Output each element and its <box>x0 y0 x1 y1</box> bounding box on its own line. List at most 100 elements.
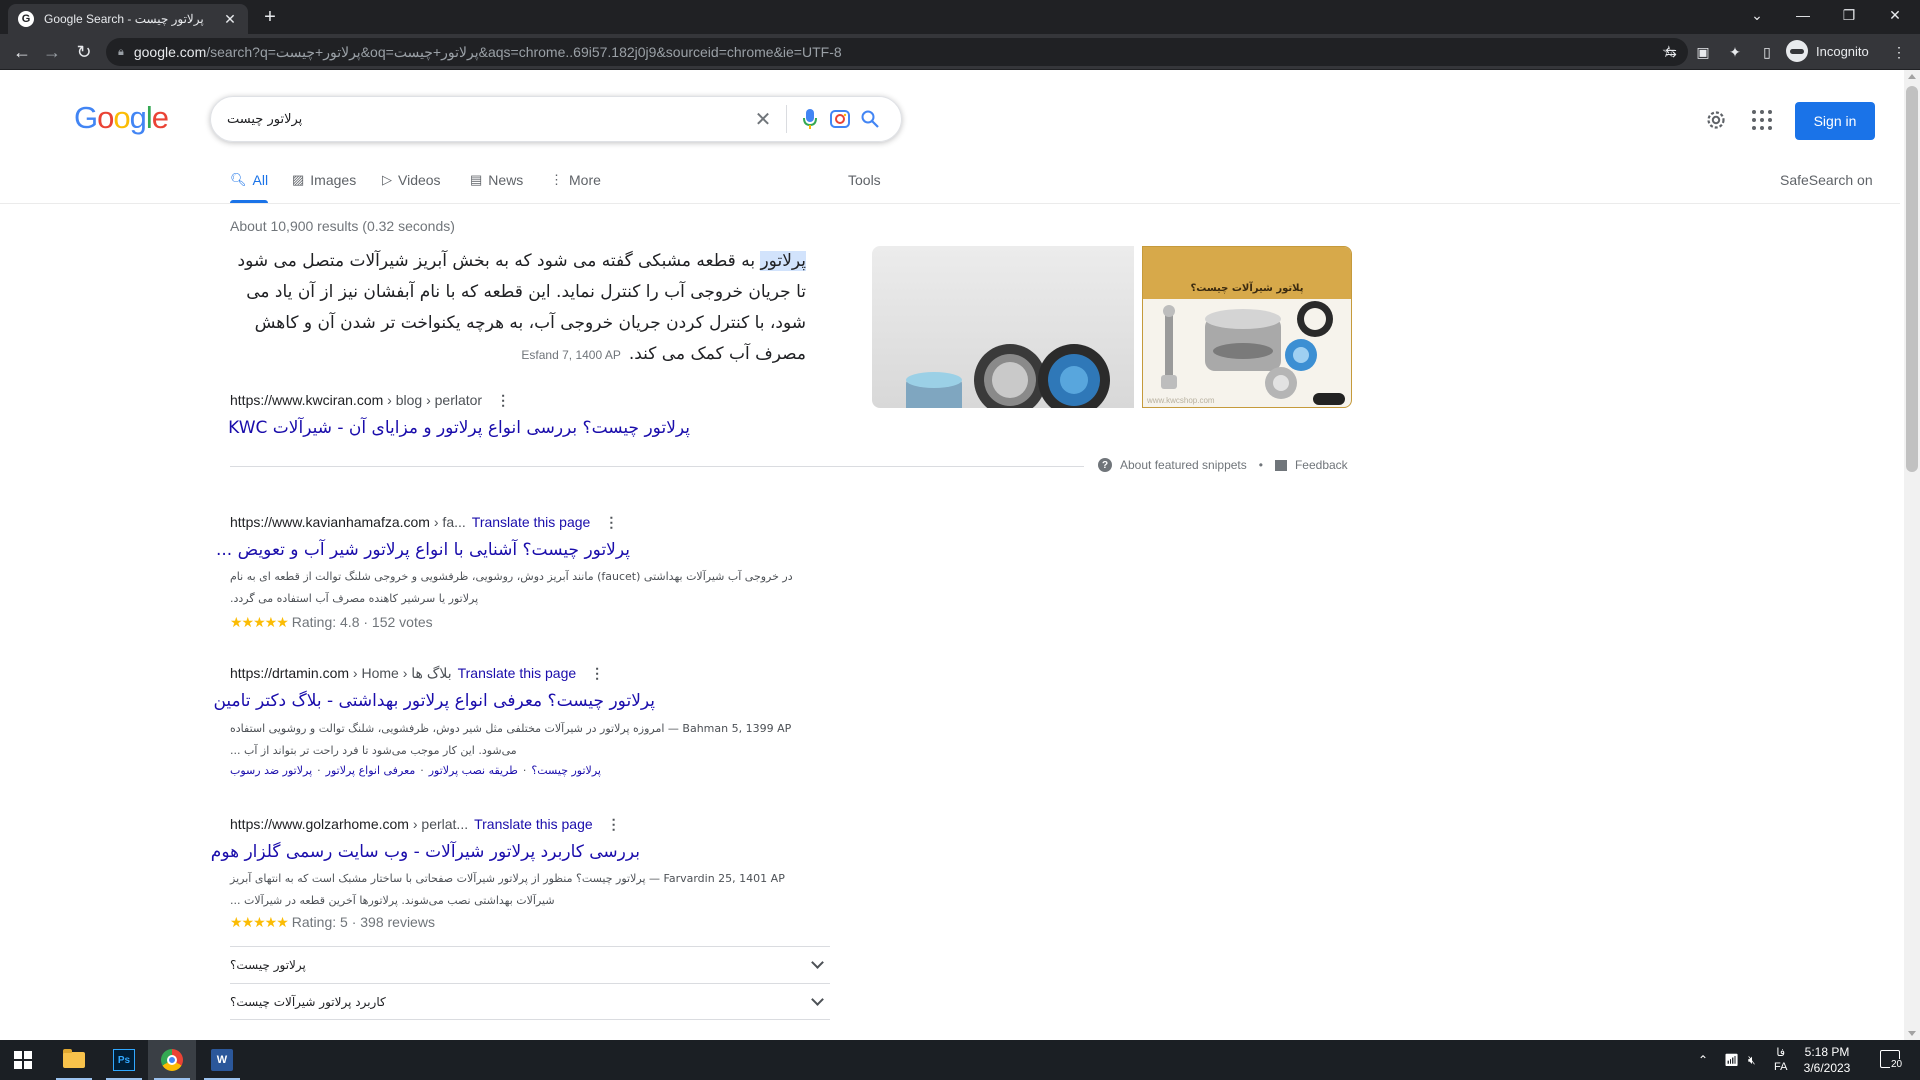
close-tab-icon[interactable]: ✕ <box>222 11 238 28</box>
result-title[interactable]: بررسی کاربرد پرلاتور شیرآلات - وب سایت ر… <box>211 842 640 862</box>
related-question[interactable]: کاربرد پرلاتور شیرآلات چیست؟ <box>230 983 830 1020</box>
network-icon[interactable]: 📶︎ <box>1724 1040 1739 1080</box>
translate-link[interactable]: Translate this page <box>474 816 593 832</box>
google-apps-icon[interactable] <box>1752 110 1772 130</box>
result-rating: ★★★★★ Rating: 5 · 398 reviews <box>230 914 435 930</box>
sitelink[interactable]: پرلاتور ضد رسوب <box>230 764 312 777</box>
more-options-icon[interactable]: ⋮ <box>590 665 604 682</box>
taskbar-file-explorer[interactable] <box>50 1040 98 1080</box>
featured-image-perlator-parts[interactable]: پلاتور شیرآلات چیست؟ www.kwcshop.com <box>1142 246 1352 408</box>
featured-divider <box>230 466 1084 467</box>
system-clock[interactable]: 5:18 PM 3/6/2023 <box>1792 1044 1862 1076</box>
result-title[interactable]: پرلاتور چیست؟ معرفی انواع پرلاتور بهداشت… <box>213 691 655 711</box>
taskbar-chrome[interactable] <box>148 1040 196 1080</box>
safesearch-toggle[interactable]: SafeSearch on <box>1780 172 1873 188</box>
incognito-profile[interactable]: Incognito <box>1786 40 1869 62</box>
browser-toolbar: ← → ↻ 🔒︎ google.com/search?q=پرلاتور+چیس… <box>0 34 1920 70</box>
taskbar-word[interactable]: W <box>198 1040 246 1080</box>
featured-source-cite[interactable]: https://www.kwciran.com › blog › perlato… <box>230 392 510 409</box>
translate-link[interactable]: Translate this page <box>458 665 577 681</box>
featured-snippet-text: پرلاتور به قطعه مشبکی گفته می شود که به … <box>237 251 806 364</box>
lock-icon[interactable]: 🔒︎ <box>118 46 124 59</box>
translate-link[interactable]: Translate this page <box>472 514 591 530</box>
reload-icon[interactable]: ↻ <box>72 40 96 64</box>
google-logo[interactable]: Google <box>74 100 169 136</box>
voice-search-icon[interactable] <box>795 104 825 134</box>
video-icon: ▷ <box>382 172 392 187</box>
sign-in-button[interactable]: Sign in <box>1795 102 1875 140</box>
featured-source-title[interactable]: پرلاتور چیست؟ بررسی انواع پرلاتور و مزای… <box>228 418 690 438</box>
sitelink[interactable]: معرفی انواع پرلاتور <box>326 764 416 777</box>
more-options-icon[interactable]: ⋮ <box>607 816 621 833</box>
photoshop-icon: Ps <box>113 1049 135 1071</box>
forward-icon[interactable]: → <box>40 40 64 64</box>
side-panel-icon[interactable]: ▯ <box>1756 42 1778 62</box>
search-box: ✕ <box>210 96 902 142</box>
news-icon: ▤ <box>470 172 483 187</box>
tab-images[interactable]: ▨ Images <box>292 172 356 188</box>
scroll-down-icon[interactable] <box>1908 1031 1916 1036</box>
image-icon: ▨ <box>292 172 305 187</box>
word-icon: W <box>211 1049 233 1071</box>
browser-tabstrip: G Google Search - پرلاتور چیست ✕ + ⌄ — ❐… <box>0 0 1920 34</box>
tab-title: Google Search - پرلاتور چیست <box>44 12 204 26</box>
result-cite[interactable]: https://www.kavianhamafza.com › fa... Tra… <box>230 514 618 531</box>
chrome-menu-icon[interactable]: ⋮ <box>1888 42 1910 62</box>
bullet-separator: • <box>1258 458 1263 472</box>
puzzle-extensions-icon[interactable]: ✦ <box>1724 42 1746 62</box>
featured-snippet-footer: ? About featured snippets • Feedback <box>1098 458 1348 472</box>
taskbar-photoshop[interactable]: Ps <box>100 1040 148 1080</box>
search-input[interactable] <box>227 111 748 127</box>
windows-start-icon[interactable] <box>14 1051 32 1069</box>
search-icon: 🔍︎ <box>230 172 247 187</box>
windows-taskbar: Ps W ⌃ 📶︎ 🔇︎ فا FA 5:18 PM 3/6/2023 20 <box>0 1040 1920 1080</box>
back-icon[interactable]: ← <box>10 40 34 64</box>
clear-icon[interactable]: ✕ <box>748 104 778 134</box>
result-stats: About 10,900 results (0.32 seconds) <box>230 218 455 234</box>
result-cite[interactable]: https://www.golzarhome.com › perlat... Tr… <box>230 816 621 833</box>
translate-icon[interactable]: ⇆ <box>1660 42 1682 62</box>
input-language[interactable]: فا FA <box>1774 1040 1787 1080</box>
more-options-icon[interactable]: ⋮ <box>496 392 510 409</box>
scroll-thumb[interactable] <box>1906 86 1918 472</box>
browser-tab[interactable]: G Google Search - پرلاتور چیست ✕ <box>8 4 248 34</box>
result-cite[interactable]: https://drtamin.com › Home › بلاگ ها Tran… <box>230 665 604 682</box>
show-hidden-icons-icon[interactable]: ⌃ <box>1698 1040 1708 1080</box>
result-title[interactable]: پرلاتور چیست؟ آشنایی با انواع پرلاتور شی… <box>216 540 630 560</box>
sitelink[interactable]: پرلاتور چیست؟ <box>531 764 601 777</box>
minimize-icon[interactable]: — <box>1780 0 1826 30</box>
result-sitelinks: پرلاتور چیست؟·طریقه نصب پرلاتور·معرفی ان… <box>230 764 601 777</box>
tab-all[interactable]: 🔍︎ All <box>230 172 269 203</box>
tab-videos[interactable]: ▷ Videos <box>382 172 441 188</box>
image-watermark: www.kwcshop.com <box>1147 396 1215 405</box>
address-bar[interactable]: 🔒︎ google.com/search?q=پرلاتور+چیست&oq=پ… <box>106 38 1688 66</box>
new-tab-icon[interactable]: + <box>258 6 282 30</box>
feedback-link[interactable]: Feedback <box>1295 458 1348 472</box>
scroll-up-icon[interactable] <box>1908 74 1916 79</box>
search-tabs: 🔍︎ All ▨ Images ▷ Videos ▤ News ⋮ More Tools … <box>0 160 1900 204</box>
settings-gear-icon[interactable] <box>1704 108 1728 132</box>
page-scrollbar[interactable] <box>1904 70 1920 1040</box>
volume-muted-icon[interactable]: 🔇︎ <box>1748 1040 1756 1080</box>
tab-news[interactable]: ▤ News <box>470 172 523 188</box>
tools-button[interactable]: Tools <box>848 172 881 188</box>
extension-icon[interactable]: ▣ <box>1692 42 1714 62</box>
sitelink[interactable]: طریقه نصب پرلاتور <box>429 764 518 777</box>
featured-image-aerators[interactable] <box>872 246 1134 408</box>
search-icon[interactable] <box>855 104 885 134</box>
lens-camera-icon[interactable] <box>825 104 855 134</box>
tab-more[interactable]: ⋮ More <box>550 172 601 188</box>
related-question[interactable]: پرلاتور چیست؟ <box>230 946 830 983</box>
about-featured-snippets-link[interactable]: About featured snippets <box>1120 458 1247 472</box>
result-snippet: Bahman 5, 1399 AP — امروزه پرلاتور در شی… <box>230 722 792 757</box>
restore-icon[interactable]: ❐ <box>1826 0 1872 30</box>
result-snippet: Farvardin 25, 1401 AP — پرلاتور چیست؟ من… <box>230 872 785 907</box>
chevron-down-icon <box>811 956 824 969</box>
highlighted-term: پرلاتور <box>760 251 806 271</box>
result-snippet: در خروجی آب شیرآلات بهداشتی (faucet) مان… <box>230 570 793 605</box>
tab-search-icon[interactable]: ⌄ <box>1734 0 1780 30</box>
close-window-icon[interactable]: ✕ <box>1872 0 1918 30</box>
snippet-date: Esfand 7, 1400 AP <box>521 348 621 362</box>
help-icon: ? <box>1098 458 1112 472</box>
more-options-icon[interactable]: ⋮ <box>604 514 618 531</box>
